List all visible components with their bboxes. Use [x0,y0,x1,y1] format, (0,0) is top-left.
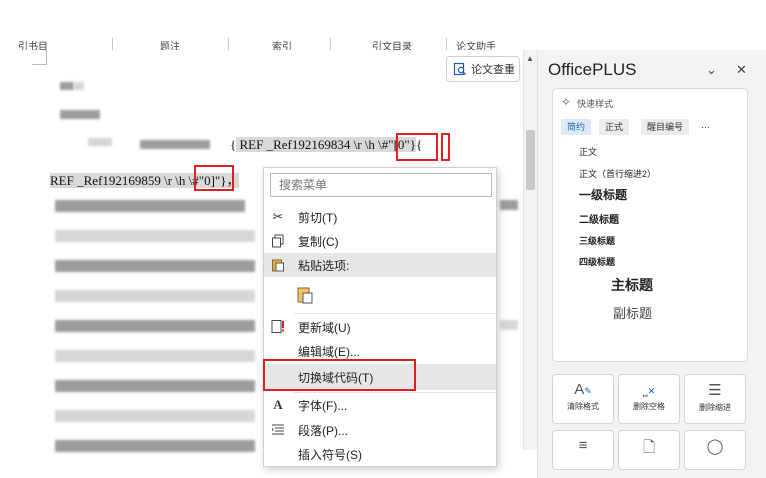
annotation-box-format-switch-1 [396,133,438,161]
style-tab-formal[interactable]: 正式 [599,119,630,135]
quick-styles-label: 快速样式 [577,99,614,109]
tool-label: 删除缩进 [699,403,731,412]
style-subtitle[interactable]: 副标题 [613,303,652,322]
delete-space-icon: ⎵✕ [642,383,656,397]
quick-styles-card: ✧ 快速样式 简约 正式 醒目编号 ··· 正文 正文（首行缩进2） 一级标题 … [552,88,748,362]
blurred-text [55,380,255,392]
scroll-thumb[interactable] [526,130,535,190]
tool-button-document[interactable]: 🗋 [618,430,680,470]
style-heading-1[interactable]: 一级标题 [579,186,627,203]
style-heading-4[interactable]: 四级标题 [579,255,615,268]
tool-label: 删除空格 [633,402,665,411]
paste-icon [269,256,287,274]
paste-keep-text-button[interactable] [264,280,496,310]
context-menu: ✂ 剪切(T) 复制(C) 粘贴选项: 更新域(U) 编辑域(E)... 切换域… [263,167,497,467]
tool-button-lines[interactable]: ≡ [552,430,614,470]
blurred-text [88,138,112,146]
blurred-text [55,200,245,212]
menu-item-paste-options: 粘贴选项: [264,253,496,277]
menu-item-paragraph[interactable]: 段落(P)... [264,418,496,442]
clear-format-button[interactable]: A✎ 清除格式 [552,374,614,424]
pane-title: OfficePLUS [548,60,637,79]
style-main-title[interactable]: 主标题 [611,275,653,295]
paper-check-label: 论文查重 [471,64,515,76]
delete-indent-icon: ☰ [708,382,722,399]
tool-label: 清除格式 [567,402,599,411]
scroll-up-icon[interactable]: ▲ [526,54,534,63]
ribbon-separator [330,38,331,50]
officeplus-pane: OfficePLUS ⌄ ✕ ✧ 快速样式 简约 正式 醒目编号 ··· 正文 … [537,50,766,478]
menu-item-insert-symbol[interactable]: 插入符号(S) [264,442,496,466]
blurred-text [55,290,255,302]
menu-item-label: 插入符号(S) [298,447,362,462]
delete-indent-button[interactable]: ☰ 删除缩进 [684,374,746,424]
menu-item-label: 粘贴选项: [298,258,350,273]
font-icon: A [273,397,283,412]
menu-item-label: 段落(P)... [298,423,348,438]
vertical-scrollbar[interactable]: ▲ [523,50,538,450]
style-normal-indent[interactable]: 正文（首行缩进2） [579,167,656,180]
menu-item-update-field[interactable]: 更新域(U) [264,315,496,339]
annotation-box-toggle-field-codes [263,359,416,391]
comment-icon: ◯ [706,438,724,455]
menu-item-label: 复制(C) [298,234,339,249]
ribbon-strip: 引书目 题注 索引 引文目录 论文助手 [0,0,520,53]
page-corner-mark [32,50,47,65]
blurred-text [500,320,518,330]
blurred-text [500,200,518,210]
style-normal[interactable]: 正文 [579,145,597,158]
blurred-text [60,82,74,90]
menu-item-label: 剪切(T) [298,210,338,225]
annotation-box-format-switch-2 [194,165,234,191]
sparkle-icon: ✧ [561,95,572,109]
field-code-line-1[interactable]: { REF _Ref192169834 \r \h \#"[0"}{ [230,137,422,153]
lines-icon: ≡ [578,437,588,454]
blurred-text [55,260,255,272]
menu-item-font[interactable]: A 字体(F)... [264,393,496,417]
menu-item-label: 更新域(U) [298,320,351,335]
menu-item-cut[interactable]: ✂ 剪切(T) [264,205,496,229]
document-icon: 🗋 [642,439,656,456]
annotation-box-brace-1 [441,133,450,161]
blurred-text [55,410,255,422]
blurred-text [140,140,210,149]
ribbon-separator [112,38,113,50]
field-ref-text: REF _Ref192169834 \r \h [236,137,379,152]
blurred-text [55,440,255,452]
field-ref-text: REF _Ref192169859 \r \h [50,173,189,188]
tool-button-comment[interactable]: ◯ [684,430,746,470]
menu-item-label: 字体(F)... [298,398,348,413]
blurred-text [55,350,255,362]
close-icon[interactable]: ✕ [736,62,747,78]
menu-separator [294,313,496,314]
document-search-icon [453,62,466,76]
blurred-text [55,230,255,242]
clear-format-icon: A✎ [574,381,592,398]
blurred-text [74,82,84,90]
menu-item-label: 编辑域(E)... [298,344,360,359]
paper-check-button[interactable]: 论文查重 [446,56,520,82]
chevron-down-icon[interactable]: ⌄ [706,62,717,78]
style-tab-simple[interactable]: 简约 [561,119,592,135]
style-heading-3[interactable]: 三级标题 [579,234,615,247]
style-heading-2[interactable]: 二级标题 [579,211,619,226]
copy-icon [269,232,287,250]
paste-text-icon [296,286,314,304]
menu-search-input[interactable] [270,173,492,197]
paragraph-icon [269,421,287,439]
blurred-text [60,110,100,119]
ribbon-separator [228,38,229,50]
scissors-icon: ✂ [272,209,284,224]
blurred-text [55,320,255,332]
delete-space-button[interactable]: ⎵✕ 删除空格 [618,374,680,424]
update-field-icon [269,318,287,336]
more-tabs-icon[interactable]: ··· [695,119,716,135]
menu-item-copy[interactable]: 复制(C) [264,229,496,253]
ribbon-separator [446,38,447,50]
style-tab-numbered[interactable]: 醒目编号 [641,119,690,135]
